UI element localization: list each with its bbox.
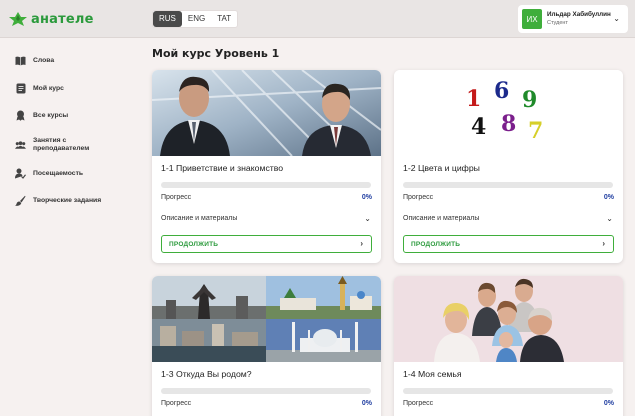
sidebar-item-attendance[interactable]: Посещаемость: [15, 168, 83, 179]
progress-label: Прогресс: [161, 194, 192, 201]
group-icon: [15, 140, 26, 151]
course-image-hometown[interactable]: [152, 276, 381, 362]
sidebar-item-my-course[interactable]: Мой курс: [15, 83, 64, 94]
continue-label: ПРОДОЛЖИТЬ: [411, 241, 461, 248]
progress-bar: [403, 388, 613, 394]
brush-icon: [15, 195, 26, 206]
chevron-right-icon: ›: [360, 239, 363, 248]
lang-eng-button[interactable]: ENG: [182, 11, 211, 27]
courses-icon: [15, 110, 26, 121]
progress-label: Прогресс: [161, 400, 192, 407]
course-title[interactable]: 1-1 Приветствие и знакомство: [161, 163, 283, 173]
sidebar-item-label: Занятия с преподавателем: [33, 137, 90, 152]
course-title[interactable]: 1-2 Цвета и цифры: [403, 163, 480, 173]
sidebar-item-teacher-sessions[interactable]: Занятия с преподавателем: [15, 137, 89, 153]
continue-label: ПРОДОЛЖИТЬ: [169, 241, 219, 248]
progress-percent: 0%: [361, 194, 372, 201]
logo[interactable]: анателе: [8, 9, 94, 29]
course-title[interactable]: 1-3 Откуда Вы родом?: [161, 369, 252, 379]
user-role: Студент: [547, 20, 568, 26]
user-menu[interactable]: ИХ Ильдар Хабибуллин Студент ⌄: [518, 5, 628, 33]
number-label: 8: [501, 111, 517, 137]
sidebar-item-all-courses[interactable]: Все курсы: [15, 110, 68, 121]
sidebar-item-label: Слова: [33, 56, 55, 64]
sidebar-item-label: Творческие задания: [33, 196, 102, 204]
chevron-down-icon: ⌄: [364, 214, 371, 223]
continue-button[interactable]: ПРОДОЛЖИТЬ ›: [161, 235, 372, 253]
avatar: ИХ: [522, 9, 542, 29]
attendance-icon: [15, 168, 26, 179]
description-label: Описание и материалы: [161, 215, 238, 222]
lang-rus-button[interactable]: RUS: [153, 11, 182, 27]
progress-bar: [403, 182, 613, 188]
page-title: Мой курс Уровень 1: [152, 47, 280, 60]
progress-bar: [161, 182, 371, 188]
number-label: 6: [494, 78, 510, 104]
course-card: 1-3 Откуда Вы родом? Прогресс 0%: [152, 276, 381, 416]
sidebar-item-label: Мой курс: [33, 84, 64, 92]
course-title[interactable]: 1-4 Моя семья: [403, 369, 462, 379]
description-toggle[interactable]: Описание и материалы ⌄: [403, 214, 613, 223]
sidebar-item-creative-tasks[interactable]: Творческие задания: [15, 195, 101, 206]
progress-label: Прогресс: [403, 400, 434, 407]
description-label: Описание и материалы: [403, 215, 480, 222]
number-label: 1: [466, 86, 482, 112]
sidebar-item-words[interactable]: Слова: [15, 55, 54, 66]
number-label: 9: [522, 87, 538, 113]
sidebar-item-label: Все курсы: [33, 111, 69, 119]
language-switcher: RUS ENG TAT: [152, 10, 239, 28]
course-card: 1-1 Приветствие и знакомство Прогресс 0%…: [152, 70, 381, 263]
chevron-right-icon: ›: [602, 239, 605, 248]
progress-percent: 0%: [361, 400, 372, 407]
lang-tat-button[interactable]: TAT: [211, 11, 237, 27]
logo-text: анателе: [31, 11, 94, 27]
course-image-colors-numbers[interactable]: 1 6 9 4 8 7: [394, 70, 623, 156]
course-image-greeting[interactable]: [152, 70, 381, 156]
course-image-family[interactable]: [394, 276, 623, 362]
progress-bar: [161, 388, 371, 394]
description-toggle[interactable]: Описание и материалы ⌄: [161, 214, 371, 223]
course-card: 1-4 Моя семья Прогресс 0%: [394, 276, 623, 416]
chevron-down-icon: ⌄: [606, 214, 613, 223]
continue-button[interactable]: ПРОДОЛЖИТЬ ›: [403, 235, 614, 253]
user-name: Ильдар Хабибуллин: [547, 11, 611, 18]
course-card: 1 6 9 4 8 7 1-2 Цвета и цифры Прогресс 0…: [394, 70, 623, 263]
number-label: 4: [471, 114, 487, 140]
progress-percent: 0%: [603, 400, 614, 407]
book-icon: [15, 55, 26, 66]
top-bar: анателе RUS ENG TAT ИХ Ильдар Хабибуллин…: [0, 0, 635, 38]
sidebar-item-label: Посещаемость: [33, 169, 84, 177]
number-label: 7: [528, 118, 544, 144]
chevron-down-icon: ⌄: [613, 14, 620, 23]
progress-percent: 0%: [603, 194, 614, 201]
logo-icon: [8, 11, 28, 27]
progress-label: Прогресс: [403, 194, 434, 201]
course-icon: [15, 83, 26, 94]
